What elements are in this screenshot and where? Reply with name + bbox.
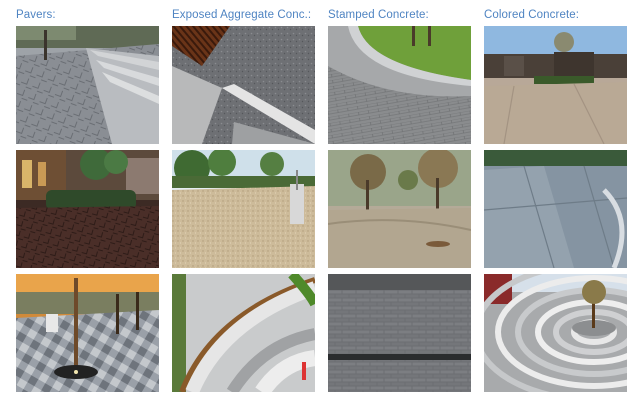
photo-stamped-concrete-trees [328,150,471,268]
photo-exposed-aggregate-curves [172,274,315,392]
photo-colored-concrete-slabs [484,150,627,268]
column-header-exposed-aggregate: Exposed Aggregate Conc.: [172,9,312,21]
photo-stamped-concrete-brick [328,274,471,392]
photo-exposed-aggregate-path [172,150,315,268]
photo-stamped-concrete-curve [328,26,471,144]
photo-colored-concrete-plaza [484,26,627,144]
photo-pavers-street-night [16,150,159,268]
photo-pavers-plaza-steps [16,26,159,144]
photo-pavers-checkered-plaza [16,274,159,392]
photo-colored-concrete-spiral [484,274,627,392]
column-header-colored-concrete: Colored Concrete: [484,9,580,21]
column-header-pavers: Pavers: [16,9,56,21]
photo-exposed-aggregate-closeup [172,26,315,144]
column-header-stamped-concrete: Stamped Concrete: [328,9,429,21]
